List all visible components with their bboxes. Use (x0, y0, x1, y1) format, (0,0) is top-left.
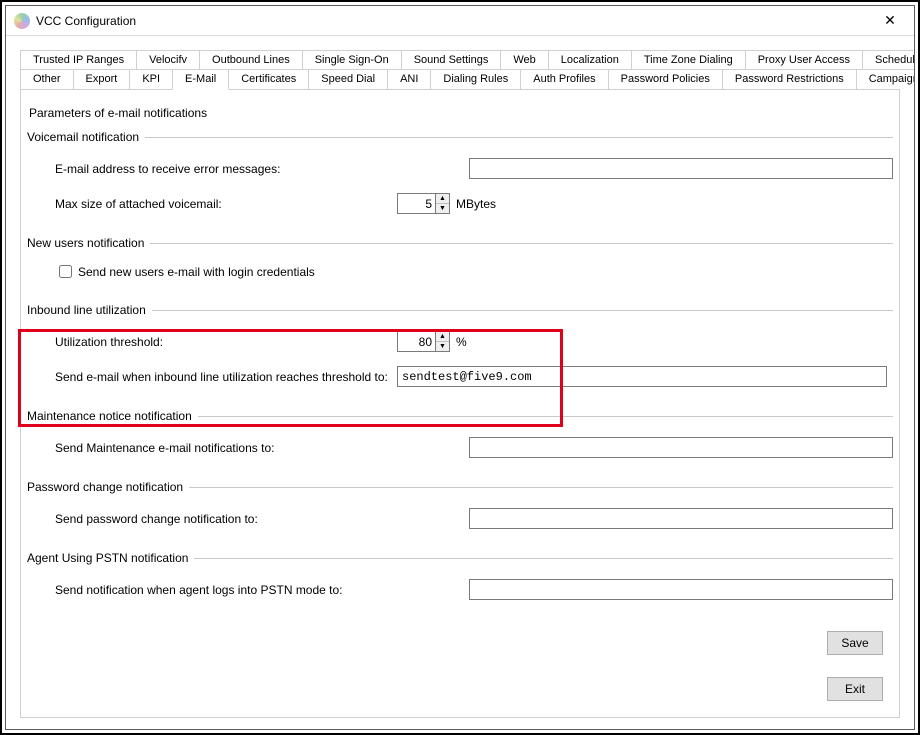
label-maintenance: Send Maintenance e-mail notifications to… (27, 441, 397, 455)
tab-speed-dial[interactable]: Speed Dial (308, 69, 388, 89)
tab-password-policies[interactable]: Password Policies (608, 69, 723, 89)
input-password[interactable] (469, 508, 893, 529)
tab-web[interactable]: Web (500, 50, 548, 69)
tab-schedules[interactable]: Schedules (862, 50, 914, 69)
label-password: Send password change notification to: (27, 512, 397, 526)
tab-sound-settings[interactable]: Sound Settings (401, 50, 502, 69)
label-pstn: Send notification when agent logs into P… (27, 583, 397, 597)
tab-password-restrictions[interactable]: Password Restrictions (722, 69, 857, 89)
label-inbound-email: Send e-mail when inbound line utilizatio… (27, 370, 397, 384)
spinner-inbound-threshold[interactable]: ▲ ▼ (397, 331, 450, 352)
input-voicemail-address[interactable] (469, 158, 893, 179)
group-pstn: Agent Using PSTN notification Send notif… (27, 551, 893, 612)
spinner-up-icon[interactable]: ▲ (436, 194, 449, 204)
spinner-up-icon[interactable]: ▲ (436, 332, 449, 342)
tab-other[interactable]: Other (20, 69, 74, 89)
tab-proxy-user-access[interactable]: Proxy User Access (745, 50, 863, 69)
group-newusers: New users notification Send new users e-… (27, 236, 893, 293)
tab-outbound-lines[interactable]: Outbound Lines (199, 50, 303, 69)
tab-auth-profiles[interactable]: Auth Profiles (520, 69, 608, 89)
input-inbound-threshold[interactable] (397, 331, 435, 352)
group-voicemail: Voicemail notification E-mail address to… (27, 130, 893, 226)
label-voicemail-size: Max size of attached voicemail: (27, 197, 397, 211)
tab-dialing-rules[interactable]: Dialing Rules (430, 69, 521, 89)
input-pstn[interactable] (469, 579, 893, 600)
input-maintenance[interactable] (469, 437, 893, 458)
legend-password: Password change notification (27, 480, 189, 494)
legend-maintenance: Maintenance notice notification (27, 409, 198, 423)
spinner-down-icon[interactable]: ▼ (436, 204, 449, 213)
tab-localization[interactable]: Localization (548, 50, 632, 69)
tab-ani[interactable]: ANI (387, 69, 431, 89)
checkbox-newusers-send[interactable] (59, 265, 72, 278)
unit-inbound-threshold: % (456, 335, 467, 349)
window-title: VCC Configuration (36, 14, 136, 28)
tab-certificates[interactable]: Certificates (228, 69, 309, 89)
tab-single-sign-on[interactable]: Single Sign-On (302, 50, 402, 69)
titlebar: VCC Configuration ✕ (6, 6, 914, 36)
legend-newusers: New users notification (27, 236, 150, 250)
label-voicemail-address: E-mail address to receive error messages… (27, 162, 397, 176)
app-icon (14, 13, 30, 29)
legend-voicemail: Voicemail notification (27, 130, 145, 144)
exit-button[interactable]: Exit (827, 677, 883, 701)
save-button[interactable]: Save (827, 631, 883, 655)
input-voicemail-size[interactable] (397, 193, 435, 214)
unit-voicemail-size: MBytes (456, 197, 496, 211)
label-inbound-threshold: Utilization threshold: (27, 335, 397, 349)
tab-trusted-ip-ranges[interactable]: Trusted IP Ranges (20, 50, 137, 69)
legend-pstn: Agent Using PSTN notification (27, 551, 194, 565)
tab-time-zone-dialing[interactable]: Time Zone Dialing (631, 50, 746, 69)
tab-panel-email: Parameters of e-mail notifications Voice… (20, 89, 900, 718)
legend-inbound: Inbound line utilization (27, 303, 152, 317)
label-newusers-send: Send new users e-mail with login credent… (78, 265, 315, 279)
tab-export[interactable]: Export (73, 69, 131, 89)
tab-kpi[interactable]: KPI (129, 69, 173, 89)
tab-campaigns[interactable]: Campaigns (856, 69, 914, 89)
spinner-voicemail-size[interactable]: ▲ ▼ (397, 193, 450, 214)
tabstrip: Trusted IP RangesVelocifvOutbound LinesS… (20, 50, 900, 89)
group-inbound: Inbound line utilization Utilization thr… (27, 303, 893, 399)
spinner-down-icon[interactable]: ▼ (436, 342, 449, 351)
close-icon[interactable]: ✕ (868, 7, 912, 35)
tab-e-mail[interactable]: E-Mail (172, 69, 229, 90)
input-inbound-email[interactable] (397, 366, 887, 387)
page-heading: Parameters of e-mail notifications (29, 106, 893, 120)
group-password: Password change notification Send passwo… (27, 480, 893, 541)
group-maintenance: Maintenance notice notification Send Mai… (27, 409, 893, 470)
tab-velocifv[interactable]: Velocifv (136, 50, 200, 69)
